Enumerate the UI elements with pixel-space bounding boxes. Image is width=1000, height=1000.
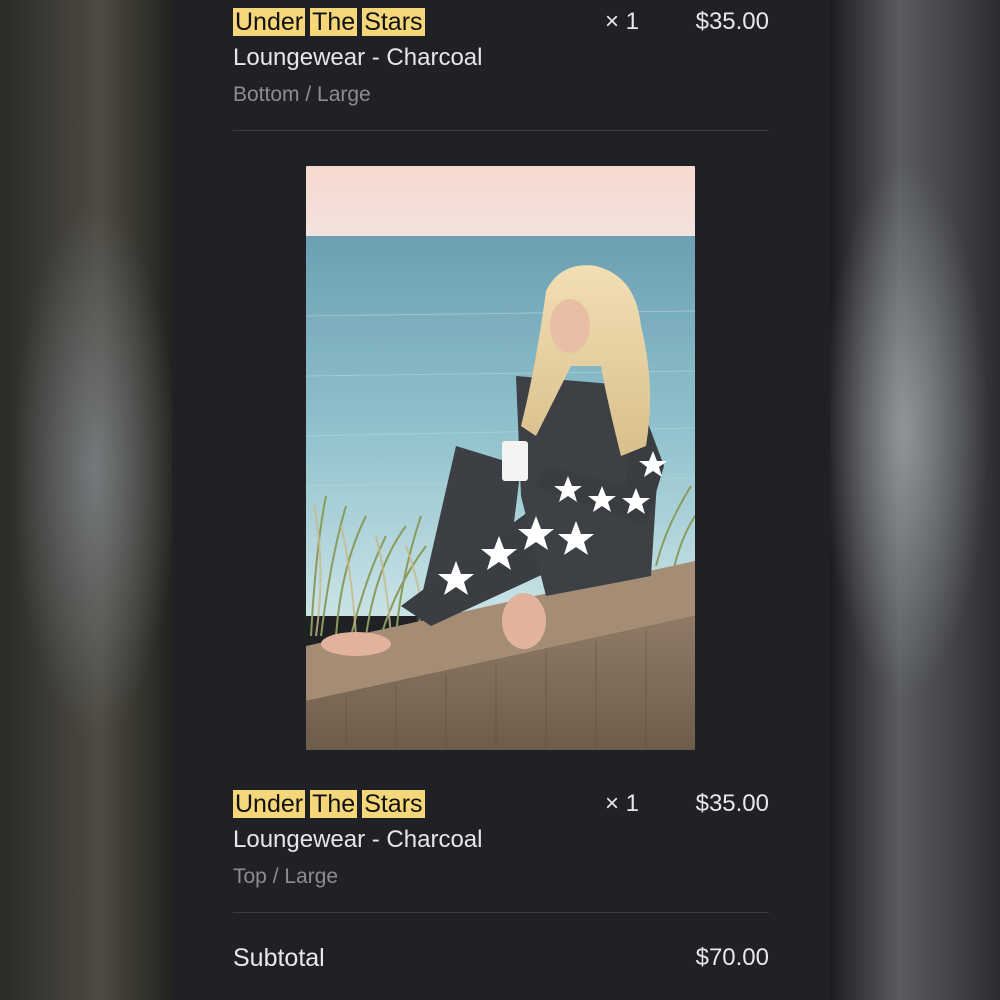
order-item-2-header: Under The Stars × 1 $35.00: [233, 788, 769, 828]
subtotal-value: $70.00: [695, 944, 769, 971]
order-item-2-quantity: × 1: [605, 790, 640, 817]
order-item-2-product-name: Loungewear - Charcoal: [233, 826, 483, 853]
order-item-2-brand: Under The Stars: [233, 788, 430, 820]
order-item-1-quantity: × 1: [605, 8, 640, 35]
product-photo-illustration: [306, 166, 695, 750]
order-item-1-price: $35.00: [695, 8, 769, 35]
order-item-1-header: Under The Stars × 1 $35.00: [233, 6, 769, 46]
product-photo[interactable]: [306, 166, 695, 750]
order-summary-panel: Under The Stars × 1 $35.00 Loungewear - Ch…: [172, 0, 830, 1000]
order-item-1-variant: Bottom / Large: [233, 83, 371, 106]
brand-word: Stars: [362, 8, 425, 36]
brand-word: Stars: [362, 790, 425, 818]
order-item-1-product-name: Loungewear - Charcoal: [233, 44, 483, 71]
brand-word: The: [310, 790, 358, 818]
subtotal-label: Subtotal: [233, 944, 325, 972]
divider: [233, 130, 769, 131]
divider: [233, 912, 769, 913]
order-item-2-price: $35.00: [695, 790, 769, 817]
order-item-2-variant: Top / Large: [233, 865, 339, 888]
brand-word: Under: [233, 8, 306, 36]
brand-word: Under: [233, 790, 306, 818]
brand-word: The: [310, 8, 358, 36]
order-item-1-brand: Under The Stars: [233, 6, 430, 38]
